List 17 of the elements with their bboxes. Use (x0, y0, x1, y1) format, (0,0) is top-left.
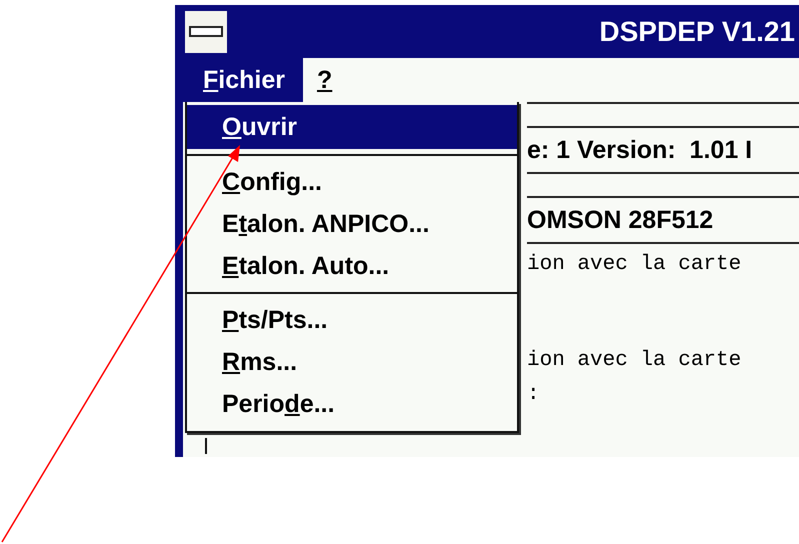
menu-option[interactable]: Periode... (187, 383, 517, 425)
menu-option[interactable]: Rms... (187, 341, 517, 383)
menu-option[interactable]: Config... (187, 161, 517, 203)
log-text: ion avec la carte (527, 348, 742, 374)
log-text: : (527, 382, 541, 408)
menu-option[interactable]: Etalon. ANPICO... (187, 203, 517, 245)
window-title: DSPDEP V1.21 (599, 16, 796, 48)
info-text: OMSON 28F512 (527, 205, 714, 236)
menu-item[interactable]: ? (302, 58, 346, 102)
menu-option[interactable]: Etalon. Auto... (187, 245, 517, 287)
text-cursor (205, 438, 207, 454)
menu-option[interactable]: Pts/Pts... (187, 299, 517, 341)
menu-option[interactable]: Ouvrir (187, 105, 517, 149)
log-text: ion avec la carte (527, 242, 799, 278)
system-menu-button[interactable] (185, 10, 227, 52)
info-text: e: 1 Version: 1.01 I (527, 135, 754, 166)
menu-item[interactable]: Fichier (183, 58, 303, 102)
